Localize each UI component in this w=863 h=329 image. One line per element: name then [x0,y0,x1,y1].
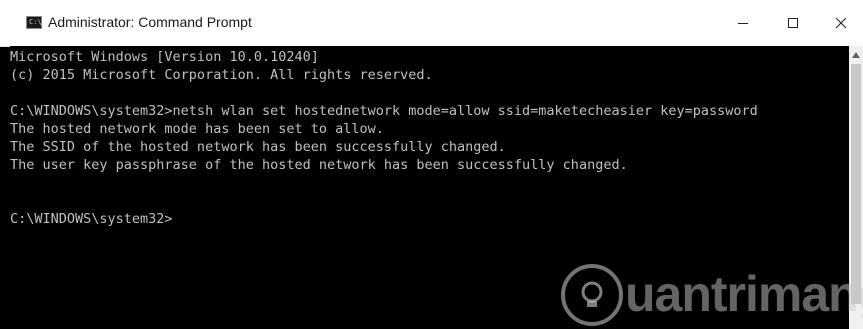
console-prompt-line: C:\WINDOWS\system32> [10,211,173,227]
console-output[interactable]: Microsoft Windows [Version 10.0.10240] (… [10,46,849,329]
title-bar[interactable]: C:\ Administrator: Command Prompt [0,0,863,47]
console-line: The hosted network mode has been set to … [10,121,384,137]
close-icon [835,17,847,29]
console-line: The SSID of the hosted network has been … [10,139,506,155]
console-line: C:\WINDOWS\system32>netsh wlan set hoste… [10,103,758,119]
minimize-button[interactable] [720,0,766,46]
scroll-thumb[interactable] [851,64,861,304]
console-line: (c) 2015 Microsoft Corporation. All righ… [10,67,433,83]
window-title: Administrator: Command Prompt [48,14,252,30]
maximize-icon [788,18,798,28]
maximize-button[interactable] [770,0,816,46]
app-icon-glyph: C:\ [29,18,42,26]
scroll-up-arrow-icon [852,51,860,58]
command-prompt-window: C:\ Administrator: Command Prompt Micros… [0,0,863,329]
minimize-icon [738,23,748,24]
console-line: The user key passphrase of the hosted ne… [10,157,628,173]
scroll-up-button[interactable] [849,46,863,63]
command-prompt-icon[interactable]: C:\ [26,16,42,29]
console-line: Microsoft Windows [Version 10.0.10240] [10,49,319,65]
vertical-scrollbar[interactable] [849,46,863,329]
close-button[interactable] [818,0,863,46]
